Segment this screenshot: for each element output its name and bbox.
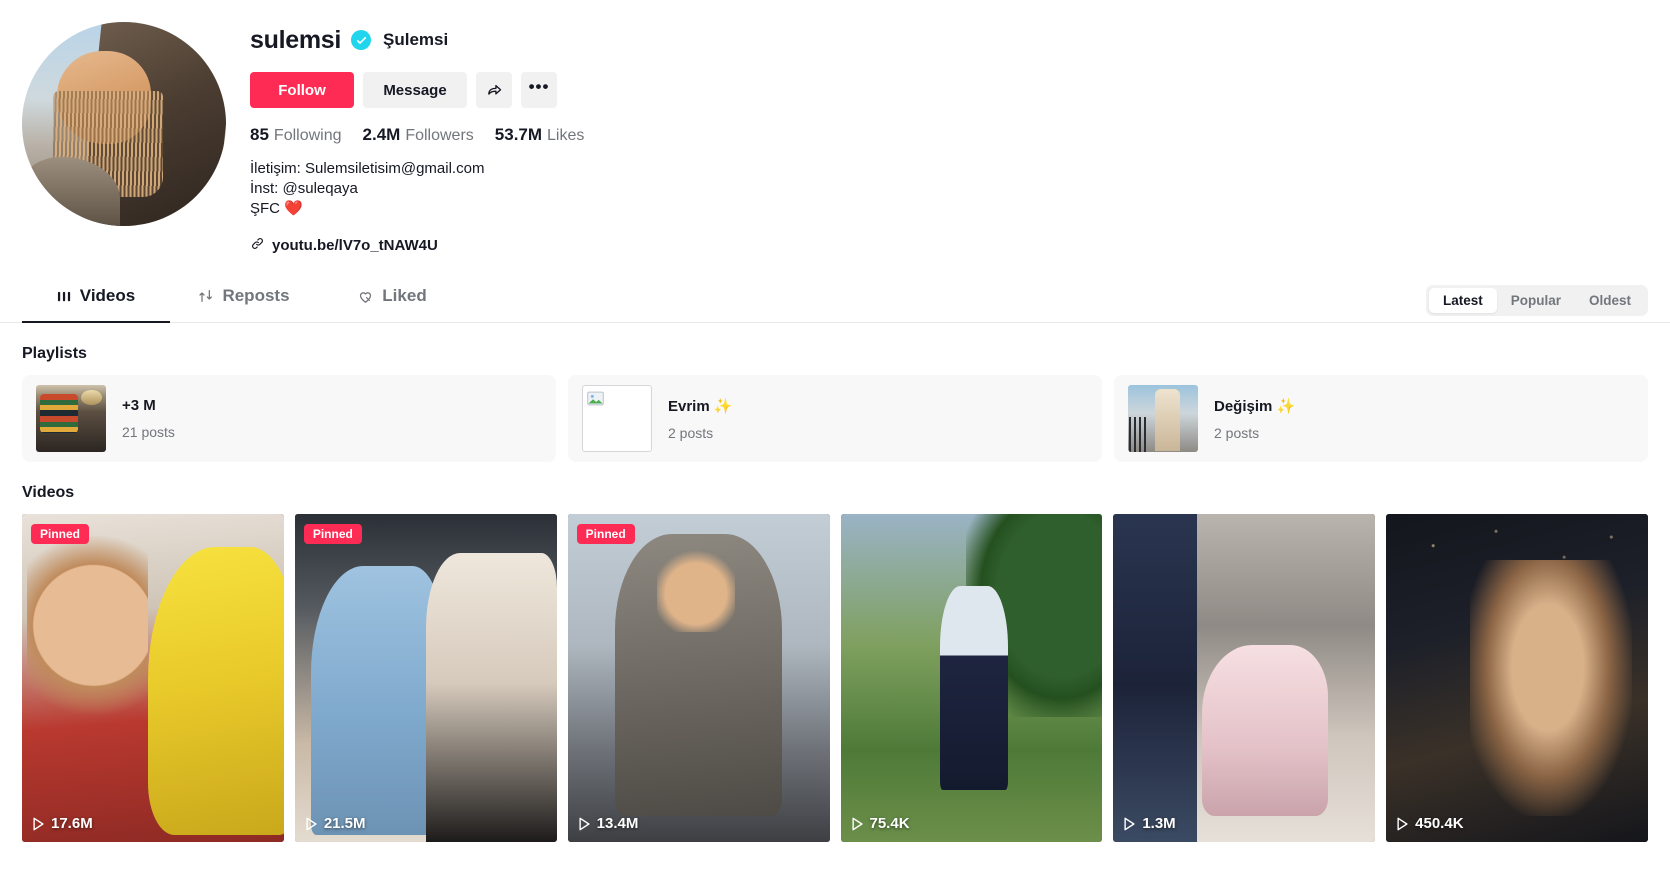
play-icon (306, 817, 317, 830)
video-view-count: 75.4K (851, 815, 910, 832)
tab-videos-label: Videos (79, 286, 136, 305)
tab-reposts[interactable]: Reposts (170, 279, 318, 322)
video-card[interactable]: 450.4K (1386, 514, 1648, 842)
page-title: sulemsi (250, 25, 342, 54)
play-icon (579, 817, 590, 830)
profile-bio: İletişim: Sulemsiletisim@gmail.com İnst:… (250, 160, 485, 217)
video-card[interactable]: 75.4K (840, 514, 1103, 842)
profile-details: sulemsi Şulemsi Follow Message ••• 85 Fo… (250, 22, 584, 255)
profile-stats: 85 Following 2.4M Followers 53.7M Likes (250, 125, 584, 145)
video-view-count: 17.6M (32, 815, 93, 832)
video-view-count-text: 17.6M (51, 815, 93, 832)
profile-nickname: Şulemsi (383, 30, 449, 49)
video-thumbnail (294, 514, 557, 842)
playlist-card[interactable]: +3 M 21 posts (22, 375, 556, 462)
content-tabs-bar: Videos Reposts Liked Latest Popular Olde… (0, 279, 1670, 323)
video-card[interactable]: Pinned 13.4M (567, 514, 830, 842)
video-view-count-text: 21.5M (323, 815, 366, 832)
profile-header: sulemsi Şulemsi Follow Message ••• 85 Fo… (0, 0, 1670, 255)
content-tabs: Videos Reposts Liked (22, 279, 466, 323)
stat-following-value: 85 (250, 125, 269, 144)
playlist-post-count: 21 posts (122, 424, 175, 440)
stat-followers[interactable]: 2.4M Followers (363, 125, 474, 145)
playlist-thumbnail-broken (582, 385, 652, 452)
playlist-post-count: 2 posts (668, 424, 714, 441)
video-card[interactable]: Pinned 21.5M (294, 514, 557, 842)
stat-following[interactable]: 85 Following (250, 125, 342, 145)
video-view-count-text: 13.4M (596, 815, 639, 832)
video-view-count-text: 450.4K (1415, 815, 1464, 832)
more-options-glyph: ••• (528, 76, 550, 96)
stat-following-label: Following (273, 127, 342, 144)
follow-button[interactable]: Follow (250, 72, 354, 108)
stat-likes-label: Likes (547, 127, 585, 144)
profile-actions: Follow Message ••• (250, 72, 584, 108)
profile-link[interactable]: youtu.be/lV7o_tNAW4U (250, 236, 584, 255)
playlist-post-count: 2 posts (1214, 424, 1260, 441)
videos-section-title: Videos (22, 484, 75, 501)
verified-check-icon (351, 30, 372, 50)
video-view-count-text: 75.4K (869, 815, 910, 832)
play-icon (1124, 817, 1135, 830)
pinned-badge: Pinned (576, 524, 635, 544)
sort-oldest-button[interactable]: Oldest (1575, 288, 1645, 314)
sort-popular-button[interactable]: Popular (1497, 288, 1575, 314)
playlist-title: Değişim ✨ (1214, 397, 1296, 415)
video-thumbnail (1113, 514, 1376, 842)
message-button[interactable]: Message (363, 72, 467, 108)
avatar[interactable] (22, 22, 226, 226)
name-row: sulemsi Şulemsi (250, 24, 584, 56)
videos-grid: Pinned 17.6M Pinned 21.5M Pinned 13.4M 7… (0, 514, 1670, 842)
video-thumbnail (1386, 514, 1648, 842)
play-icon (851, 817, 863, 830)
stat-followers-label: Followers (405, 127, 474, 144)
playlist-title: Evrim ✨ (668, 397, 733, 415)
sort-latest-button[interactable]: Latest (1428, 287, 1497, 313)
playlist-thumbnail (36, 385, 106, 452)
video-view-count: 1.3M (1123, 815, 1176, 832)
video-view-count: 21.5M (305, 815, 366, 832)
video-thumbnail (840, 514, 1103, 842)
tab-reposts-label: Reposts (222, 286, 290, 305)
grid-videos-icon (57, 289, 72, 304)
tab-liked[interactable]: Liked (318, 279, 466, 322)
profile-page: sulemsi Şulemsi Follow Message ••• 85 Fo… (0, 0, 1670, 876)
profile-link-text[interactable]: youtu.be/lV7o_tNAW4U (272, 237, 438, 254)
playlist-title: +3 M (122, 397, 156, 414)
sort-filter-group: Latest Popular Oldest (1425, 284, 1648, 316)
playlist-thumbnail (1128, 385, 1198, 452)
video-card[interactable]: 1.3M (1113, 514, 1376, 842)
repost-arrows-icon (198, 288, 214, 304)
play-icon (33, 817, 44, 830)
stat-followers-value: 2.4M (362, 125, 401, 144)
link-chain-icon (250, 236, 265, 255)
playlists-grid: +3 M 21 posts Evrim ✨ 2 posts Değişim ✨ (0, 375, 1670, 462)
tab-liked-label: Liked (382, 286, 427, 305)
stat-likes-value: 53.7M (494, 125, 543, 144)
more-options-icon[interactable]: ••• (521, 72, 557, 108)
tab-videos[interactable]: Videos (22, 279, 170, 323)
video-card[interactable]: Pinned 17.6M (22, 514, 284, 842)
video-view-count: 450.4K (1396, 815, 1464, 832)
play-icon (1397, 817, 1408, 830)
video-view-count: 13.4M (578, 815, 639, 832)
video-thumbnail (567, 514, 830, 842)
playlist-card[interactable]: Değişim ✨ 2 posts (1114, 375, 1648, 462)
pinned-badge: Pinned (303, 524, 362, 544)
broken-image-icon (587, 391, 604, 406)
playlist-card[interactable]: Evrim ✨ 2 posts (568, 375, 1102, 462)
share-arrow-icon[interactable] (476, 72, 512, 108)
heart-locked-icon (357, 288, 374, 305)
playlists-section-title: Playlists (22, 345, 87, 362)
avatar-image (22, 22, 226, 226)
video-thumbnail (22, 514, 284, 842)
video-view-count-text: 1.3M (1142, 815, 1176, 832)
pinned-badge: Pinned (31, 524, 90, 544)
stat-likes: 53.7M Likes (495, 125, 585, 145)
